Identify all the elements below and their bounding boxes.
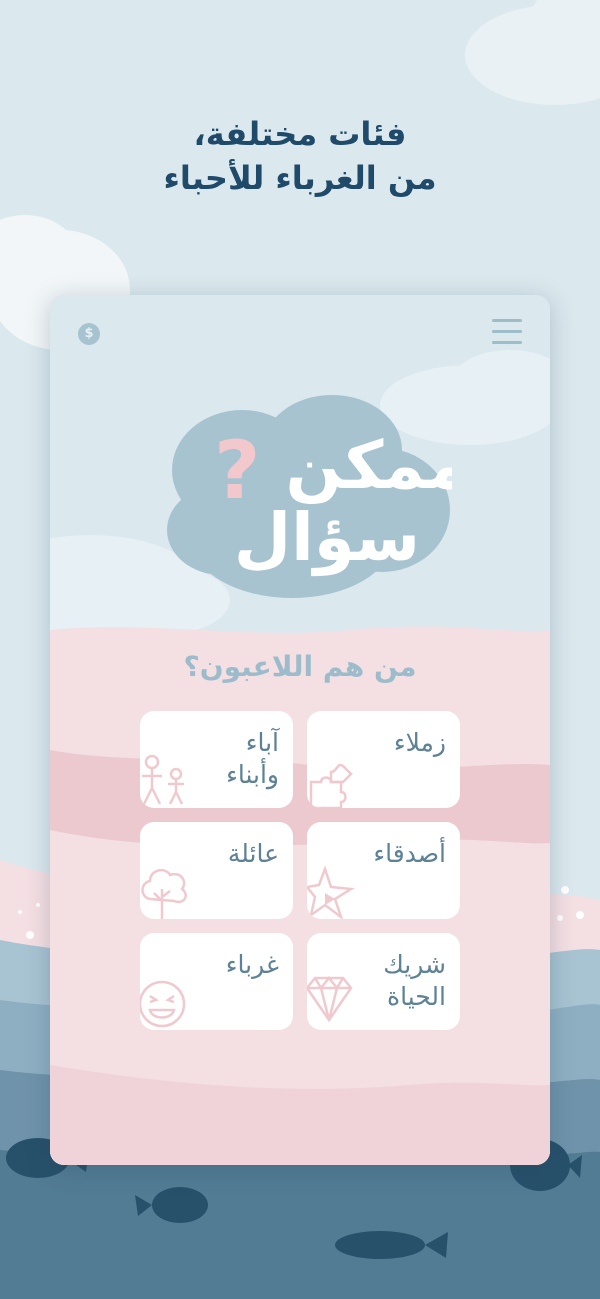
app-logo: ? ممكن سؤال xyxy=(167,395,452,598)
star-icon xyxy=(307,865,355,919)
headline-line-1: فئات مختلفة، xyxy=(193,115,407,153)
logo-text-line-2: سؤال xyxy=(234,499,420,577)
category-card-colleagues[interactable]: زملاء xyxy=(307,711,460,808)
players-question: من هم اللاعبون؟ xyxy=(183,650,417,683)
category-label: آباء وأبناء xyxy=(226,728,279,789)
puzzle-icon xyxy=(309,763,353,808)
category-card-parents-children[interactable]: آباء وأبناء xyxy=(140,711,293,808)
headline-line-2: من الغرباء للأحباء xyxy=(163,159,437,197)
category-card-strangers[interactable]: غرباء xyxy=(140,933,293,1030)
headline: فئات مختلفة، من الغرباء للأحباء xyxy=(0,112,600,200)
menu-bar xyxy=(492,319,522,322)
category-label: عائلة xyxy=(227,839,279,868)
category-label: غرباء xyxy=(225,950,279,979)
category-card-family[interactable]: عائلة xyxy=(140,822,293,919)
logo-text-line-1: ممكن xyxy=(286,427,452,504)
category-card-friends[interactable]: أصدقاء xyxy=(307,822,460,919)
phone-mockup: $ ? ممكن سؤال من هم اللاعبون؟ زملاء آباء xyxy=(50,295,550,1165)
tree-icon xyxy=(141,868,187,919)
coin-icon[interactable]: $ xyxy=(78,323,100,345)
category-label: زملاء xyxy=(393,728,446,757)
menu-icon[interactable] xyxy=(492,319,522,347)
category-card-life-partner[interactable]: شريك الحياة xyxy=(307,933,460,1030)
parent-child-icon xyxy=(142,754,184,805)
menu-bar xyxy=(492,330,522,333)
category-label: أصدقاء xyxy=(373,839,446,868)
menu-bar xyxy=(492,341,522,344)
smiley-icon xyxy=(140,980,186,1028)
diamond-icon xyxy=(307,975,353,1023)
category-label: شريك الحياة xyxy=(383,950,446,1011)
